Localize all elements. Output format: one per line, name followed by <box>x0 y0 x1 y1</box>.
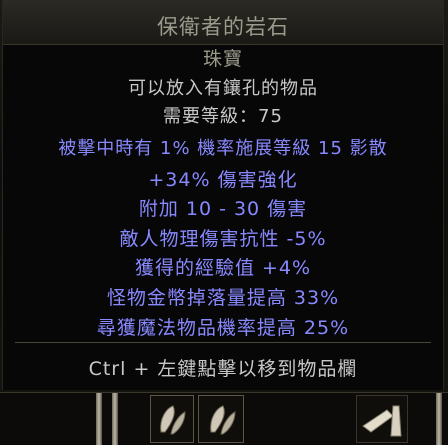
tooltip-separator <box>15 342 431 343</box>
item-mod: 尋獲魔法物品機率提高 25% <box>96 317 350 339</box>
item-mod: 獲得的經驗值 +4% <box>134 257 312 279</box>
level-requirement: 需要等級：75 <box>163 106 283 127</box>
item-mod: 被擊中時有 1% 機率施展等級 15 影散 <box>58 138 388 159</box>
inventory-slot[interactable] <box>198 395 244 443</box>
inventory-row <box>0 392 448 445</box>
item-tooltip: 保衛者的岩石 珠寶 可以放入有鑲孔的物品 需要等級：75 被擊中時有 1% 機率… <box>2 0 444 390</box>
item-mod: 敵人物理傷害抗性 -5% <box>119 228 327 250</box>
item-type: 珠寶 <box>202 48 243 70</box>
move-to-inventory-hint: Ctrl + 左鍵點擊以移到物品欄 <box>88 358 358 380</box>
divider-bar <box>436 393 442 445</box>
item-description: 可以放入有鑲孔的物品 <box>128 78 318 99</box>
jewel-icon <box>160 405 186 435</box>
jewel-icon <box>210 405 236 435</box>
item-name: 保衛者的岩石 <box>157 15 289 39</box>
item-mod: 怪物金幣掉落量提高 33% <box>106 287 340 309</box>
inventory-slot[interactable] <box>150 395 194 443</box>
skill-gem-icon <box>362 405 402 437</box>
item-mod: +34% 傷害強化 <box>148 169 298 191</box>
game-screen: 保衛者的岩石 珠寶 可以放入有鑲孔的物品 需要等級：75 被擊中時有 1% 機率… <box>0 0 448 445</box>
divider-bar <box>96 393 102 445</box>
item-mod: 附加 10 - 30 傷害 <box>138 198 308 220</box>
inventory-slot[interactable] <box>356 395 408 443</box>
divider-bar <box>112 393 118 445</box>
